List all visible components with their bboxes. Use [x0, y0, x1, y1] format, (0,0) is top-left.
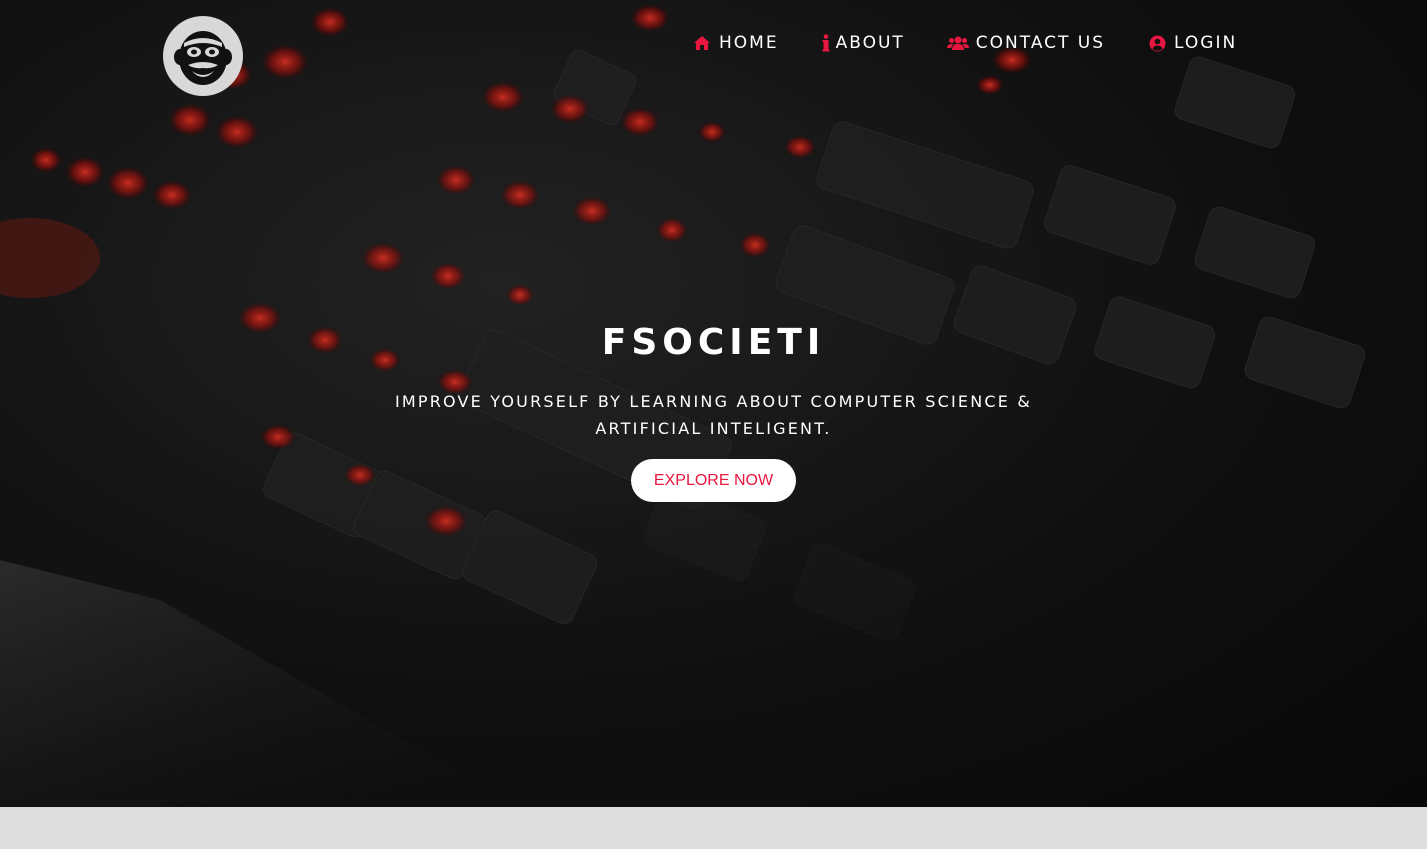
user-circle-icon	[1147, 33, 1167, 53]
nav-item-label: CONTACT US	[975, 33, 1106, 53]
explore-now-button[interactable]: EXPLORE NOW	[630, 459, 797, 502]
hero-section: HOME ABOUT CONTACT US LOGIN FSOCIETI IMP…	[0, 0, 1427, 807]
nav-item-label: ABOUT	[835, 33, 905, 53]
info-icon	[821, 33, 831, 53]
nav-item-label: HOME	[719, 33, 779, 53]
nav-item-contact-us[interactable]: CONTACT US	[946, 33, 1106, 53]
mask-logo-icon	[174, 31, 232, 85]
hero-subtitle: IMPROVE YOURSELF BY LEARNING ABOUT COMPU…	[394, 392, 1033, 438]
nav-item-home[interactable]: HOME	[692, 33, 779, 53]
hero-content: FSOCIETI IMPROVE YOURSELF BY LEARNING AB…	[0, 320, 1427, 502]
hero-title: FSOCIETI	[601, 322, 826, 363]
nav-item-label: LOGIN	[1174, 33, 1238, 53]
page-footer-strip	[0, 807, 1427, 849]
main-nav: HOME ABOUT CONTACT US LOGIN	[692, 33, 1237, 53]
nav-item-login[interactable]: LOGIN	[1147, 33, 1237, 53]
site-logo[interactable]	[163, 16, 243, 96]
users-icon	[946, 33, 969, 53]
nav-item-about[interactable]: ABOUT	[821, 33, 905, 53]
home-icon	[692, 33, 712, 53]
